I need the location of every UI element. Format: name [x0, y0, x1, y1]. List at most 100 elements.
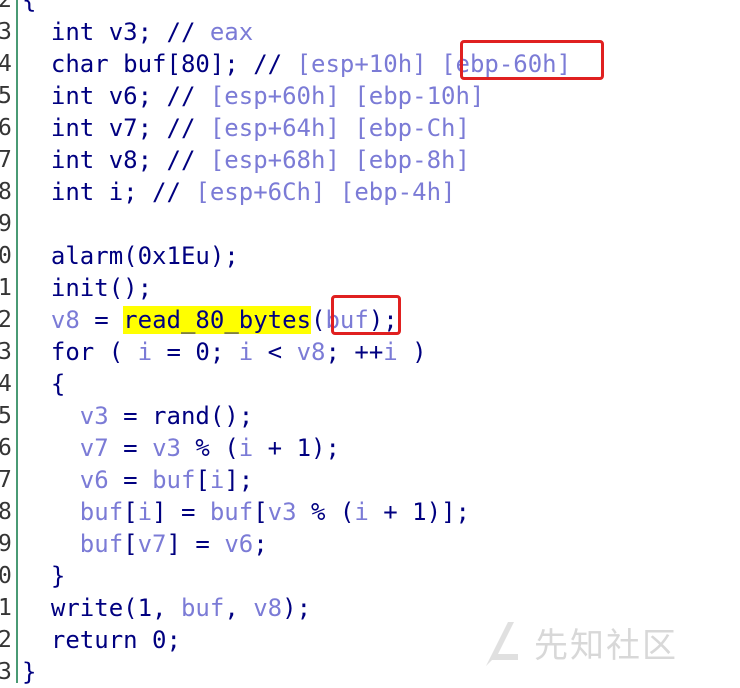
code-text[interactable]: return 0; — [22, 624, 181, 656]
code-line[interactable]: 5 v3 = rand(); — [0, 400, 740, 432]
code-token[interactable]: = — [109, 466, 152, 494]
code-token[interactable]: ); — [282, 594, 311, 622]
variable-token[interactable]: buf — [210, 498, 253, 526]
code-token[interactable]: } — [22, 658, 36, 686]
code-line[interactable]: 7 int v8; // [esp+68h] [ebp-8h] — [0, 144, 740, 176]
code-text[interactable]: init(); — [22, 272, 152, 304]
code-line[interactable]: 4 char buf[80]; // [esp+10h] [ebp-60h] — [0, 48, 740, 80]
variable-token[interactable]: [esp+60h] [ebp-10h] — [210, 82, 485, 110]
code-token[interactable]: init(); — [22, 274, 152, 302]
code-token[interactable] — [22, 466, 80, 494]
code-text[interactable]: write(1, buf, v8); — [22, 592, 311, 624]
code-text[interactable]: v3 = rand(); — [22, 400, 253, 432]
variable-token[interactable]: v3 — [268, 498, 297, 526]
code-token[interactable]: ; ++ — [325, 338, 383, 366]
code-token[interactable] — [22, 402, 80, 430]
variable-token[interactable]: i — [210, 466, 224, 494]
code-line[interactable]: 5 int v6; // [esp+60h] [ebp-10h] — [0, 80, 740, 112]
code-token[interactable]: return 0; — [22, 626, 181, 654]
code-line[interactable]: 3 int v3; // eax — [0, 16, 740, 48]
variable-token[interactable]: v7 — [80, 434, 109, 462]
code-line[interactable]: 0 } — [0, 560, 740, 592]
code-token[interactable]: [ — [123, 530, 137, 558]
code-text[interactable]: buf[v7] = v6; — [22, 528, 268, 560]
code-token[interactable]: } — [22, 562, 65, 590]
variable-token[interactable]: buf — [80, 498, 123, 526]
code-token[interactable]: int i; // — [22, 178, 195, 206]
code-token[interactable]: { — [22, 0, 36, 14]
code-line[interactable]: 3 for ( i = 0; i < v8; ++i ) — [0, 336, 740, 368]
code-token[interactable]: alarm(0x1Eu); — [22, 242, 239, 270]
code-token[interactable]: % ( — [297, 498, 354, 526]
variable-token[interactable]: i — [138, 338, 152, 366]
code-token[interactable]: [ — [253, 498, 267, 526]
code-line[interactable]: 8 int i; // [esp+6Ch] [ebp-4h] — [0, 176, 740, 208]
code-line[interactable]: 9 — [0, 208, 740, 240]
variable-token[interactable]: buf — [181, 594, 224, 622]
variable-token[interactable]: [esp+68h] [ebp-8h] — [210, 146, 470, 174]
code-token[interactable]: [ — [123, 498, 137, 526]
code-token[interactable]: ; — [253, 530, 267, 558]
pseudocode-view[interactable]: 2{3 int v3; // eax 4 char buf[80]; // [es… — [0, 0, 740, 686]
code-token[interactable]: [ — [195, 466, 209, 494]
code-text[interactable]: { — [22, 368, 65, 400]
code-text[interactable]: int v8; // [esp+68h] [ebp-8h] — [22, 144, 470, 176]
variable-token[interactable]: i — [138, 498, 152, 526]
code-line[interactable]: 0 alarm(0x1Eu); — [0, 240, 740, 272]
code-text[interactable]: } — [22, 656, 36, 688]
code-token[interactable]: , — [224, 594, 253, 622]
code-line[interactable]: 4 { — [0, 368, 740, 400]
code-token[interactable]: = — [80, 306, 123, 334]
code-text[interactable]: int v3; // eax — [22, 16, 253, 48]
code-line[interactable]: 6 int v7; // [esp+64h] [ebp-Ch] — [0, 112, 740, 144]
variable-token[interactable]: v7 — [138, 530, 167, 558]
code-token[interactable]: + 1)]; — [369, 498, 470, 526]
code-line[interactable]: 6 v7 = v3 % (i + 1); — [0, 432, 740, 464]
variable-token[interactable]: buf — [80, 530, 123, 558]
code-line[interactable]: 8 buf[i] = buf[v3 % (i + 1)]; — [0, 496, 740, 528]
code-text[interactable]: for ( i = 0; i < v8; ++i ) — [22, 336, 427, 368]
variable-token[interactable]: buf — [152, 466, 195, 494]
variable-token[interactable]: i — [354, 498, 368, 526]
code-line[interactable]: 7 v6 = buf[i]; — [0, 464, 740, 496]
code-text[interactable]: buf[i] = buf[v3 % (i + 1)]; — [22, 496, 470, 528]
variable-token[interactable]: v6 — [80, 466, 109, 494]
variable-token[interactable]: v3 — [80, 402, 109, 430]
code-line[interactable]: 9 buf[v7] = v6; — [0, 528, 740, 560]
variable-token[interactable]: v6 — [224, 530, 253, 558]
code-token[interactable]: for ( — [22, 338, 138, 366]
code-line[interactable]: 2{ — [0, 0, 740, 16]
code-token[interactable]: int v3; // — [22, 18, 210, 46]
code-token[interactable]: int v7; // — [22, 114, 210, 142]
code-token[interactable]: = rand(); — [109, 402, 253, 430]
code-token[interactable]: ] = — [167, 530, 225, 558]
variable-token[interactable]: v8 — [297, 338, 326, 366]
code-token[interactable]: < — [253, 338, 296, 366]
code-token[interactable] — [22, 498, 80, 526]
code-token[interactable] — [22, 306, 51, 334]
variable-token[interactable]: i — [239, 338, 253, 366]
variable-token[interactable]: i — [383, 338, 397, 366]
code-token[interactable]: ] = — [152, 498, 210, 526]
code-text[interactable]: alarm(0x1Eu); — [22, 240, 239, 272]
highlighted-token[interactable]: read_80_bytes — [123, 306, 312, 334]
code-token[interactable]: % ( — [181, 434, 238, 462]
code-token[interactable]: = — [109, 434, 152, 462]
code-token[interactable]: write(1, — [22, 594, 181, 622]
variable-token[interactable]: v8 — [51, 306, 80, 334]
variable-token[interactable]: v3 — [152, 434, 181, 462]
variable-token[interactable]: [esp+6Ch] [ebp-4h] — [195, 178, 455, 206]
code-token[interactable]: int v8; // — [22, 146, 210, 174]
code-token[interactable]: + 1); — [253, 434, 340, 462]
code-text[interactable]: int i; // [esp+6Ch] [ebp-4h] — [22, 176, 456, 208]
code-token[interactable] — [22, 434, 80, 462]
code-text[interactable]: v7 = v3 % (i + 1); — [22, 432, 340, 464]
code-token[interactable]: = 0; — [152, 338, 239, 366]
code-token[interactable] — [22, 530, 80, 558]
code-token[interactable]: char buf[80]; // — [22, 50, 297, 78]
code-token[interactable]: { — [22, 370, 65, 398]
code-token[interactable]: ]; — [224, 466, 253, 494]
variable-token[interactable]: [esp+64h] [ebp-Ch] — [210, 114, 470, 142]
code-text[interactable]: } — [22, 560, 65, 592]
code-text[interactable]: int v7; // [esp+64h] [ebp-Ch] — [22, 112, 470, 144]
